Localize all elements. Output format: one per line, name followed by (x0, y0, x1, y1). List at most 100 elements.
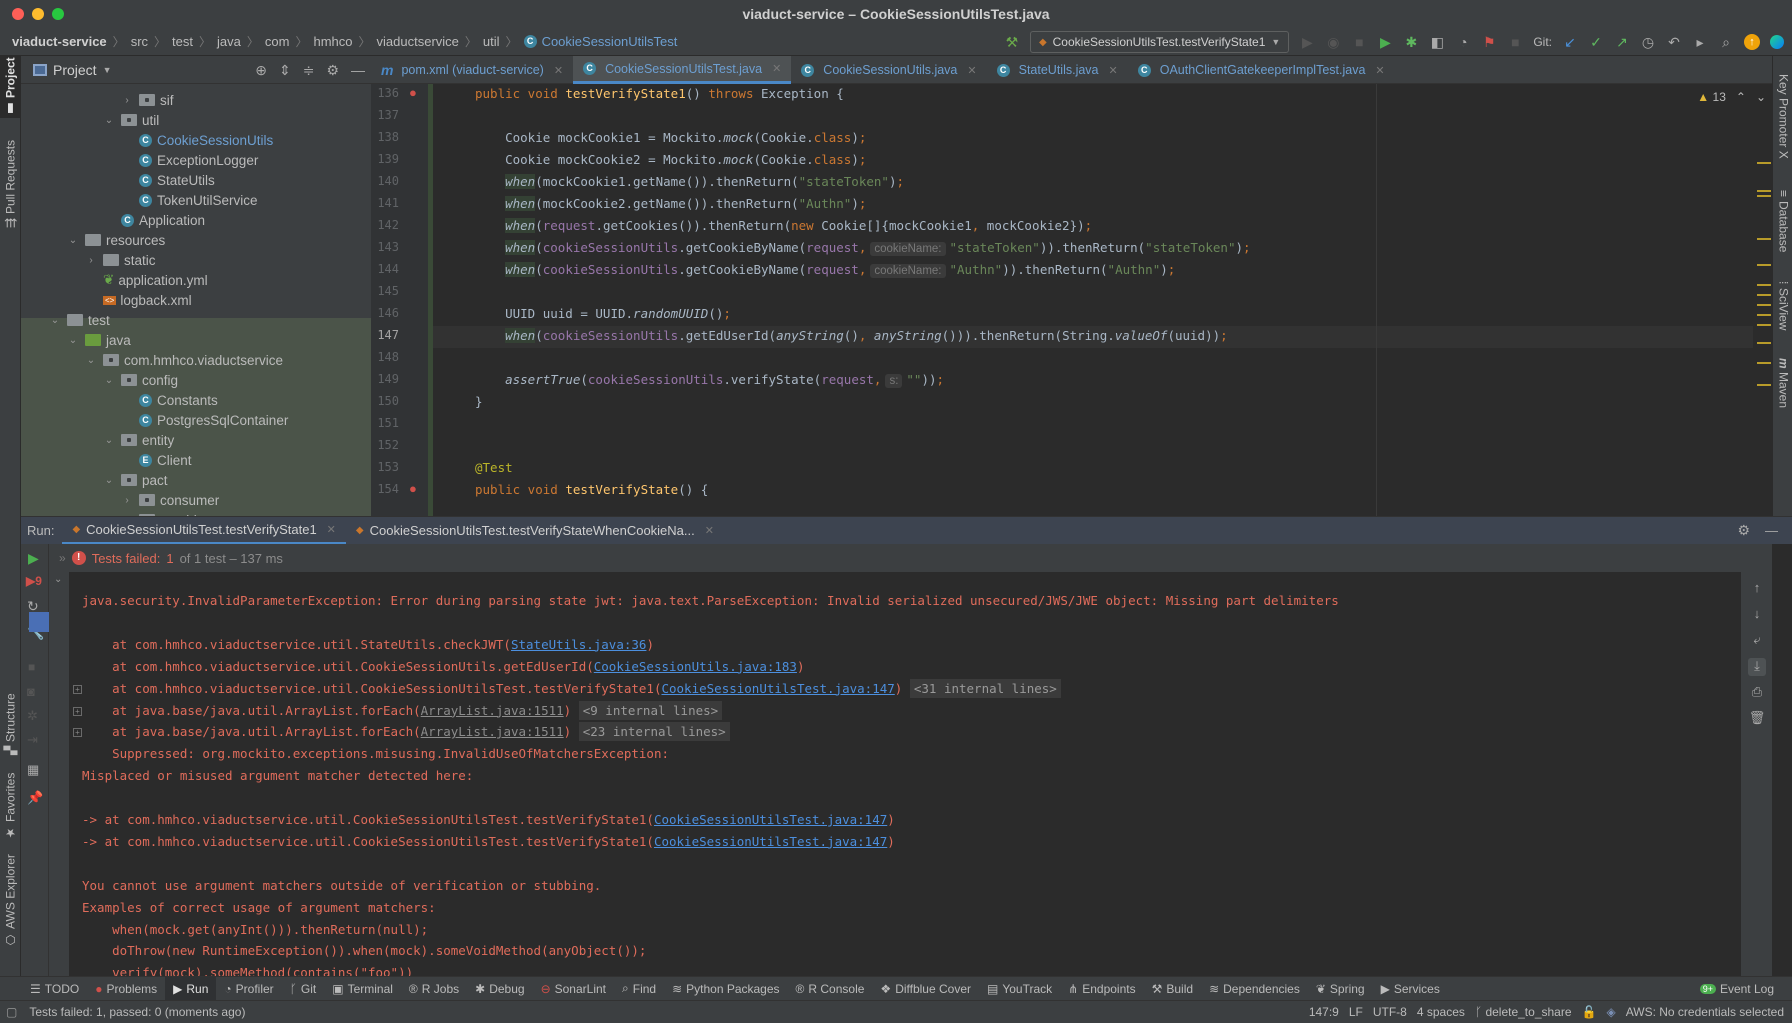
search-icon[interactable]: ⌕ (1718, 34, 1734, 51)
profile-icon[interactable]: ◔ (1455, 34, 1471, 50)
warning-stripe-mark[interactable] (1757, 162, 1771, 164)
chevron-down-icon[interactable]: ⌄ (49, 315, 61, 326)
tree-item[interactable]: › consumer (121, 490, 219, 510)
tree-item[interactable]: E Client (139, 450, 192, 470)
run-test-failed-icon[interactable]: ● (409, 85, 417, 100)
caret-position[interactable]: 147:9 (1309, 1005, 1339, 1019)
warning-stripe-mark[interactable] (1757, 362, 1771, 364)
tool-window-python-packages[interactable]: ≋ Python Packages (664, 977, 787, 1001)
gear-icon[interactable]: ⚙ (1737, 522, 1750, 539)
stop-disabled-icon[interactable]: ■ (1351, 34, 1367, 50)
print-icon[interactable]: ⎙ (1748, 684, 1766, 702)
terminal-toggle-icon[interactable]: ▸ (1692, 34, 1708, 51)
tool-window-git[interactable]: ᚴ Git (282, 977, 325, 1001)
tree-item[interactable]: ⌄ test (49, 310, 110, 330)
tree-item[interactable]: › sif (121, 90, 173, 110)
internal-lines-fold[interactable]: <31 internal lines> (909, 678, 1061, 698)
test-tree-collapsed[interactable]: ⌄ (29, 572, 69, 976)
tree-item[interactable]: ⌄ pact (103, 470, 168, 490)
tree-item[interactable]: C Constants (139, 390, 218, 410)
tree-item[interactable]: ⌄ resources (67, 230, 165, 250)
tree-item[interactable]: C TokenUtilService (139, 190, 258, 210)
tool-window-build[interactable]: ⚒ Build (1144, 977, 1201, 1001)
chevron-down-icon[interactable]: ⌄ (103, 115, 115, 126)
warning-stripe-mark[interactable] (1757, 294, 1771, 296)
tool-window-debug[interactable]: ✱ Debug (467, 977, 532, 1001)
previous-highlight-icon[interactable]: ⌃ (1736, 90, 1746, 104)
tool-window-problems[interactable]: ● Problems (87, 977, 165, 1001)
run-disabled-icon[interactable]: ▶ (1299, 34, 1315, 51)
stack-trace-link[interactable]: CookieSessionUtilsTest.java:147 (661, 681, 894, 696)
locate-file-icon[interactable]: ⊕ (255, 62, 267, 79)
tool-tab-project[interactable]: ▮ Project (0, 56, 21, 118)
editor-tab[interactable]: m pom.xml (viaduct-service) ✕ (371, 56, 573, 84)
tool-window-todo[interactable]: ☰ TODO (22, 977, 87, 1001)
tree-item[interactable]: C Application (121, 210, 205, 230)
tool-window-event-log[interactable]: 9+ Event Log (1692, 977, 1782, 1001)
warning-stripe-mark[interactable] (1757, 238, 1771, 240)
debug-icon[interactable]: ✱ (1403, 34, 1419, 51)
close-tab-icon[interactable]: ✕ (772, 62, 781, 75)
project-view-select[interactable]: Project (53, 62, 97, 78)
aws-credentials[interactable]: AWS: No credentials selected (1626, 1005, 1784, 1019)
rerun-failed-icon[interactable]: ▶9 (26, 574, 42, 588)
warning-stripe-mark[interactable] (1757, 304, 1771, 306)
zoom-window-button[interactable] (52, 8, 64, 20)
code-editor[interactable]: public void testVerifyState1() throws Ex… (433, 84, 1753, 516)
tree-item[interactable]: ⌄ config (103, 370, 178, 390)
tool-window-endpoints[interactable]: ⋔ Endpoints (1060, 977, 1143, 1001)
settings-icon[interactable]: ✲ (27, 708, 38, 724)
editor-tab[interactable]: C CookieSessionUtilsTest.java ✕ (573, 56, 792, 84)
tool-window-run[interactable]: ▶ Run (165, 976, 217, 1001)
run-configuration-select[interactable]: ◆ CookieSessionUtilsTest.testVerifyState… (1029, 31, 1290, 53)
camera-icon[interactable]: ◙ (27, 684, 35, 699)
tool-window-services[interactable]: ▶ Services (1373, 977, 1448, 1001)
tool-tab-structure[interactable]: ▞ Structure (0, 684, 21, 764)
breadcrumb-item[interactable]: util (483, 34, 500, 49)
chevron-down-icon[interactable]: ⌄ (103, 435, 115, 446)
warning-stripe-mark[interactable] (1757, 384, 1771, 386)
status-message[interactable]: Tests failed: 1, passed: 0 (moments ago) (29, 1005, 245, 1019)
stack-trace-link[interactable]: CookieSessionUtils.java:183 (594, 659, 797, 674)
tree-item[interactable]: ❦ application.yml (103, 270, 208, 290)
tool-tab-sciview[interactable]: ⁞ SciView (1773, 271, 1792, 341)
tree-item[interactable]: C CookieSessionUtils (139, 130, 273, 150)
tree-item[interactable]: ⌄ java (67, 330, 131, 350)
breadcrumb-item[interactable]: src (131, 34, 148, 49)
close-window-button[interactable] (12, 8, 24, 20)
editor-tab[interactable]: C StateUtils.java ✕ (987, 56, 1128, 84)
chevron-down-icon[interactable]: ⌄ (67, 335, 79, 346)
chevron-down-icon[interactable]: ⌄ (67, 235, 79, 246)
warning-stripe-mark[interactable] (1757, 284, 1771, 286)
expand-fold-icon[interactable]: + (73, 706, 82, 716)
git-push-icon[interactable]: ↗ (1614, 34, 1630, 51)
git-rollback-icon[interactable]: ↶ (1666, 34, 1682, 51)
tool-window-youtrack[interactable]: ▤ YouTrack (979, 977, 1060, 1001)
hide-panel-icon[interactable]: — (351, 62, 365, 79)
stop-icon[interactable]: ■ (28, 660, 35, 674)
collapse-all-icon[interactable]: ≑ (303, 62, 315, 79)
run-test-failed-icon[interactable]: ● (409, 481, 417, 496)
inspection-widget[interactable]: ▲ 13 ⌃ ⌄ (1697, 90, 1766, 104)
close-tab-icon[interactable]: ✕ (554, 64, 563, 77)
close-tab-icon[interactable]: ✕ (705, 524, 714, 537)
stack-trace-link[interactable]: CookieSessionUtilsTest.java:147 (654, 812, 887, 827)
import-icon[interactable]: ⇥ (27, 732, 38, 748)
stack-trace-link[interactable]: CookieSessionUtilsTest.java:147 (654, 834, 887, 849)
warning-stripe-mark[interactable] (1757, 342, 1771, 344)
git-commit-icon[interactable]: ✓ (1588, 34, 1604, 51)
breadcrumb-item[interactable]: C CookieSessionUtilsTest (523, 34, 677, 49)
coverage-icon[interactable]: ◧ (1429, 34, 1445, 51)
chevron-down-icon[interactable]: ⌄ (103, 475, 115, 486)
tool-window-r-console[interactable]: ® R Console (788, 977, 873, 1001)
pin-icon[interactable]: 📌 (27, 790, 43, 806)
toolbox-icon[interactable] (1770, 35, 1784, 49)
tree-item[interactable]: ⌄ com.hmhco.viaductservice (85, 350, 283, 370)
run-icon[interactable]: ▶ (1377, 34, 1393, 51)
close-tab-icon[interactable]: ✕ (1375, 64, 1384, 77)
rerun-icon[interactable]: ▶ (28, 550, 39, 567)
hide-panel-icon[interactable]: — (1765, 523, 1778, 538)
layout-icon[interactable]: ▦ (27, 762, 39, 778)
run-tab[interactable]: ◆ CookieSessionUtilsTest.testVerifyStateW… (346, 517, 724, 545)
console-output[interactable]: java.security.InvalidParameterException:… (69, 572, 1741, 976)
